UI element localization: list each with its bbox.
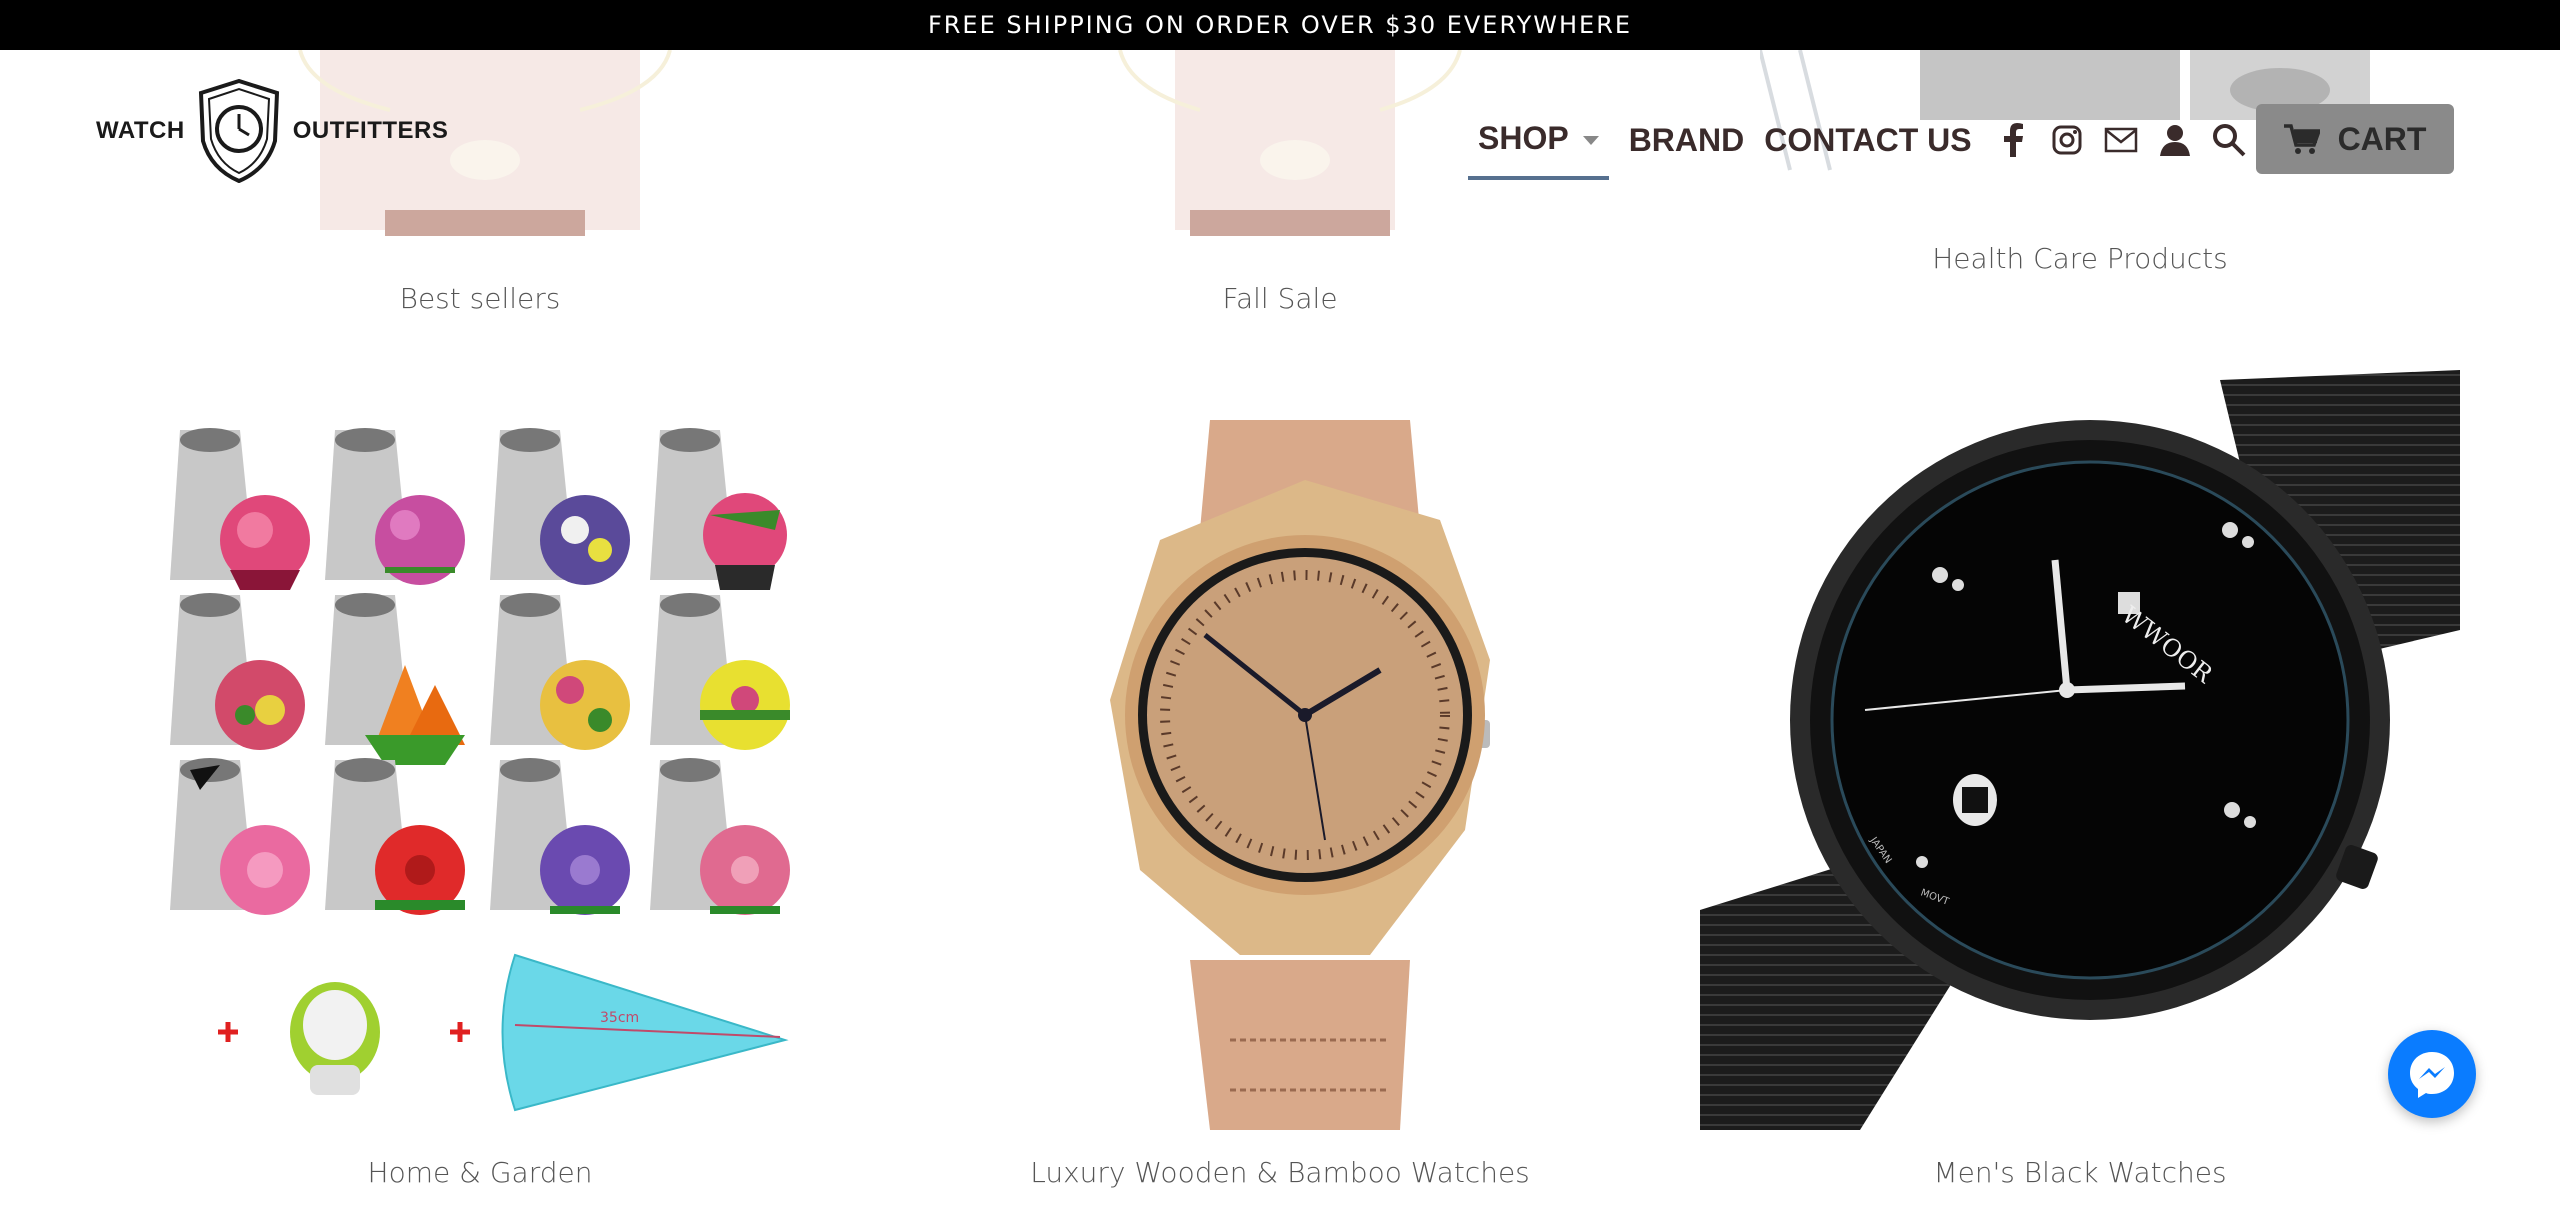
account-icon[interactable] xyxy=(2148,100,2202,180)
email-icon[interactable] xyxy=(2094,100,2148,180)
nozzle xyxy=(650,593,790,750)
nozzle xyxy=(490,428,630,585)
messenger-chat-button[interactable] xyxy=(2388,1030,2476,1118)
search-icon[interactable] xyxy=(2202,100,2256,180)
collection-label[interactable]: Best sellers xyxy=(160,282,800,315)
logo-right-word: OUTFITTERS xyxy=(292,117,449,144)
nozzle xyxy=(490,593,630,750)
collection-image: 35cm xyxy=(170,428,790,1112)
nav-shop-label: SHOP xyxy=(1478,119,1569,156)
nozzle xyxy=(650,428,787,590)
cart-label: CART xyxy=(2337,120,2427,157)
nozzle xyxy=(650,758,790,915)
collection-label[interactable]: Luxury Wooden & Bamboo Watches xyxy=(940,1156,1620,1189)
chevron-down-icon xyxy=(1582,135,1599,145)
cart-button[interactable]: CART xyxy=(2256,104,2454,174)
bag-size-text: 35cm xyxy=(600,1010,639,1026)
nozzle xyxy=(170,428,310,590)
collection-tile-wooden-watches[interactable]: Luxury Wooden & Bamboo Watches xyxy=(940,400,1620,1200)
collection-label[interactable]: Home & Garden xyxy=(160,1156,800,1189)
nav-contact-link[interactable]: CONTACT US xyxy=(1754,100,1981,180)
nozzle xyxy=(170,593,305,750)
announcement-text: FREE SHIPPING ON ORDER OVER $30 EVERYWHE… xyxy=(927,11,1633,39)
collection-tile-home-garden[interactable]: 35cm Home & Garden xyxy=(160,400,800,1200)
nozzle xyxy=(170,758,310,915)
nozzle xyxy=(325,593,465,765)
nozzle xyxy=(325,428,465,585)
nav-shop-link[interactable]: SHOP xyxy=(1468,100,1609,180)
collection-tile-black-watches[interactable]: WWOOR JAPAN MOVT Men's Black Watches xyxy=(1700,370,2460,1200)
facebook-icon[interactable] xyxy=(1986,100,2040,180)
nav-brand-link[interactable]: BRAND xyxy=(1619,100,1755,180)
collection-image xyxy=(1110,420,1490,1130)
main-navigation: SHOP BRAND CONTACT US xyxy=(1468,100,2256,180)
collection-label[interactable]: Fall Sale xyxy=(960,282,1600,315)
instagram-icon[interactable] xyxy=(2040,100,2094,180)
piping-bag xyxy=(501,953,789,1112)
messenger-icon xyxy=(2410,1052,2454,1098)
collection-label[interactable]: Health Care Products xyxy=(1760,242,2400,275)
cart-icon xyxy=(2283,124,2320,154)
collection-image: WWOOR JAPAN MOVT xyxy=(1700,370,2460,1130)
site-logo[interactable]: WATCH OUTFITTERS xyxy=(96,76,448,186)
nozzle xyxy=(325,758,465,915)
collection-tile-fall-sale[interactable]: Fall Sale xyxy=(960,50,1600,330)
collection-label[interactable]: Men's Black Watches xyxy=(1700,1156,2460,1189)
logo-shield-icon xyxy=(198,79,279,183)
logo-left-word: WATCH xyxy=(96,117,185,144)
nozzle xyxy=(490,758,630,915)
announcement-bar: FREE SHIPPING ON ORDER OVER $30 EVERYWHE… xyxy=(0,0,2560,50)
